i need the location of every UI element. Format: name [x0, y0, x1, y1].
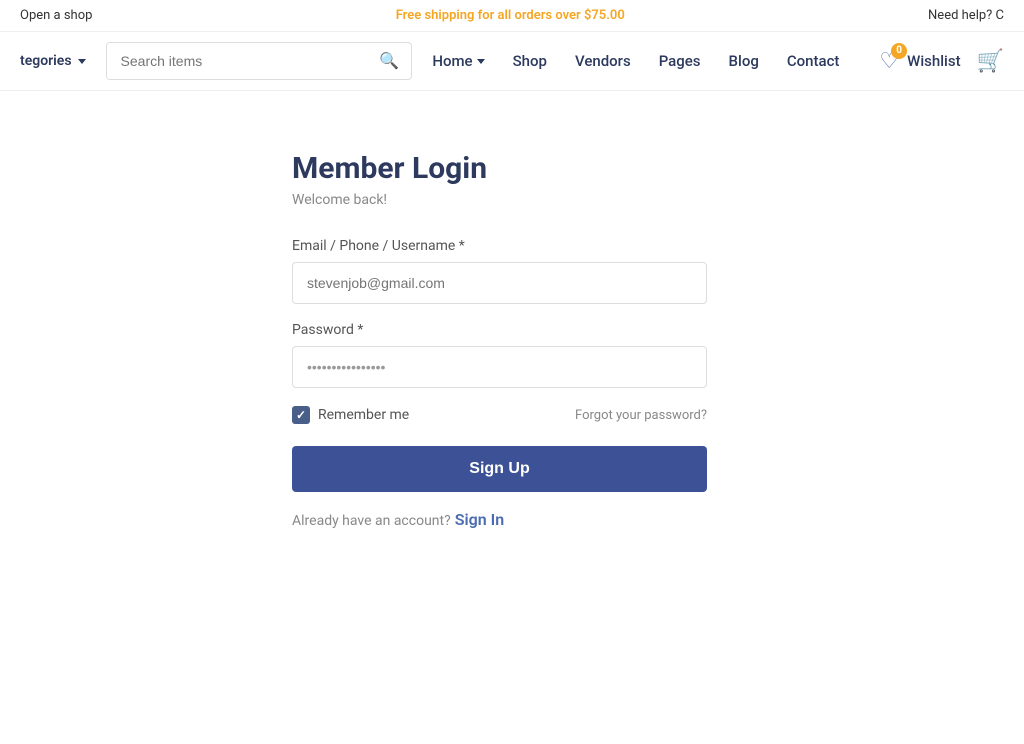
- login-form: Email / Phone / Username * Password * Re…: [292, 238, 792, 492]
- email-input[interactable]: [292, 262, 707, 304]
- remember-me-group: Remember me: [292, 406, 409, 424]
- nav-item-home[interactable]: Home: [432, 52, 484, 70]
- top-bar: Open a shop Free shipping for all orders…: [0, 0, 1024, 32]
- already-account-text: Already have an account?: [292, 513, 451, 529]
- wishlist-icon-wrap: ♡ 0: [879, 49, 899, 74]
- form-options-row: Remember me Forgot your password?: [292, 406, 707, 424]
- wishlist-button[interactable]: ♡ 0 Wishlist: [879, 49, 960, 74]
- page-title: Member Login: [292, 151, 792, 186]
- categories-dropdown[interactable]: tegories: [20, 53, 86, 69]
- nav-item-blog[interactable]: Blog: [729, 52, 759, 70]
- header-actions: ♡ 0 Wishlist 🛒: [879, 49, 1004, 74]
- categories-label: tegories: [20, 53, 72, 69]
- open-shop-link[interactable]: Open a shop: [20, 8, 92, 23]
- sign-in-link[interactable]: Sign In: [455, 510, 504, 529]
- wishlist-label: Wishlist: [907, 52, 960, 70]
- search-bar: 🔍: [106, 42, 413, 80]
- sign-in-prompt: Already have an account? Sign In: [292, 510, 792, 529]
- remember-me-label: Remember me: [318, 407, 409, 423]
- main-nav: Home Shop Vendors Pages Blog Contact: [432, 52, 839, 70]
- remember-me-checkbox[interactable]: [292, 406, 310, 424]
- login-page: Member Login Welcome back! Email / Phone…: [212, 151, 812, 529]
- wishlist-badge: 0: [891, 43, 907, 59]
- need-help-link[interactable]: Need help? C: [928, 8, 1004, 23]
- nav-item-contact[interactable]: Contact: [787, 52, 840, 70]
- nav-item-vendors[interactable]: Vendors: [575, 52, 631, 70]
- search-icon: 🔍: [379, 53, 399, 70]
- chevron-down-icon: [477, 59, 485, 64]
- password-field-group: Password *: [292, 322, 792, 388]
- search-button[interactable]: 🔍: [367, 51, 411, 71]
- email-field-group: Email / Phone / Username *: [292, 238, 792, 304]
- email-label: Email / Phone / Username *: [292, 238, 792, 254]
- forgot-password-link[interactable]: Forgot your password?: [575, 408, 707, 423]
- header: tegories 🔍 Home Shop Vendors Pages Blog …: [0, 32, 1024, 91]
- password-label: Password *: [292, 322, 792, 338]
- sign-up-button[interactable]: Sign Up: [292, 446, 707, 492]
- free-shipping-notice: Free shipping for all orders over $75.00: [92, 8, 928, 23]
- nav-item-pages[interactable]: Pages: [659, 52, 701, 70]
- password-input[interactable]: [292, 346, 707, 388]
- chevron-down-icon: [78, 59, 86, 64]
- cart-button[interactable]: 🛒: [977, 49, 1004, 74]
- nav-item-shop[interactable]: Shop: [513, 52, 547, 70]
- page-subtitle: Welcome back!: [292, 192, 792, 208]
- search-input[interactable]: [107, 43, 368, 79]
